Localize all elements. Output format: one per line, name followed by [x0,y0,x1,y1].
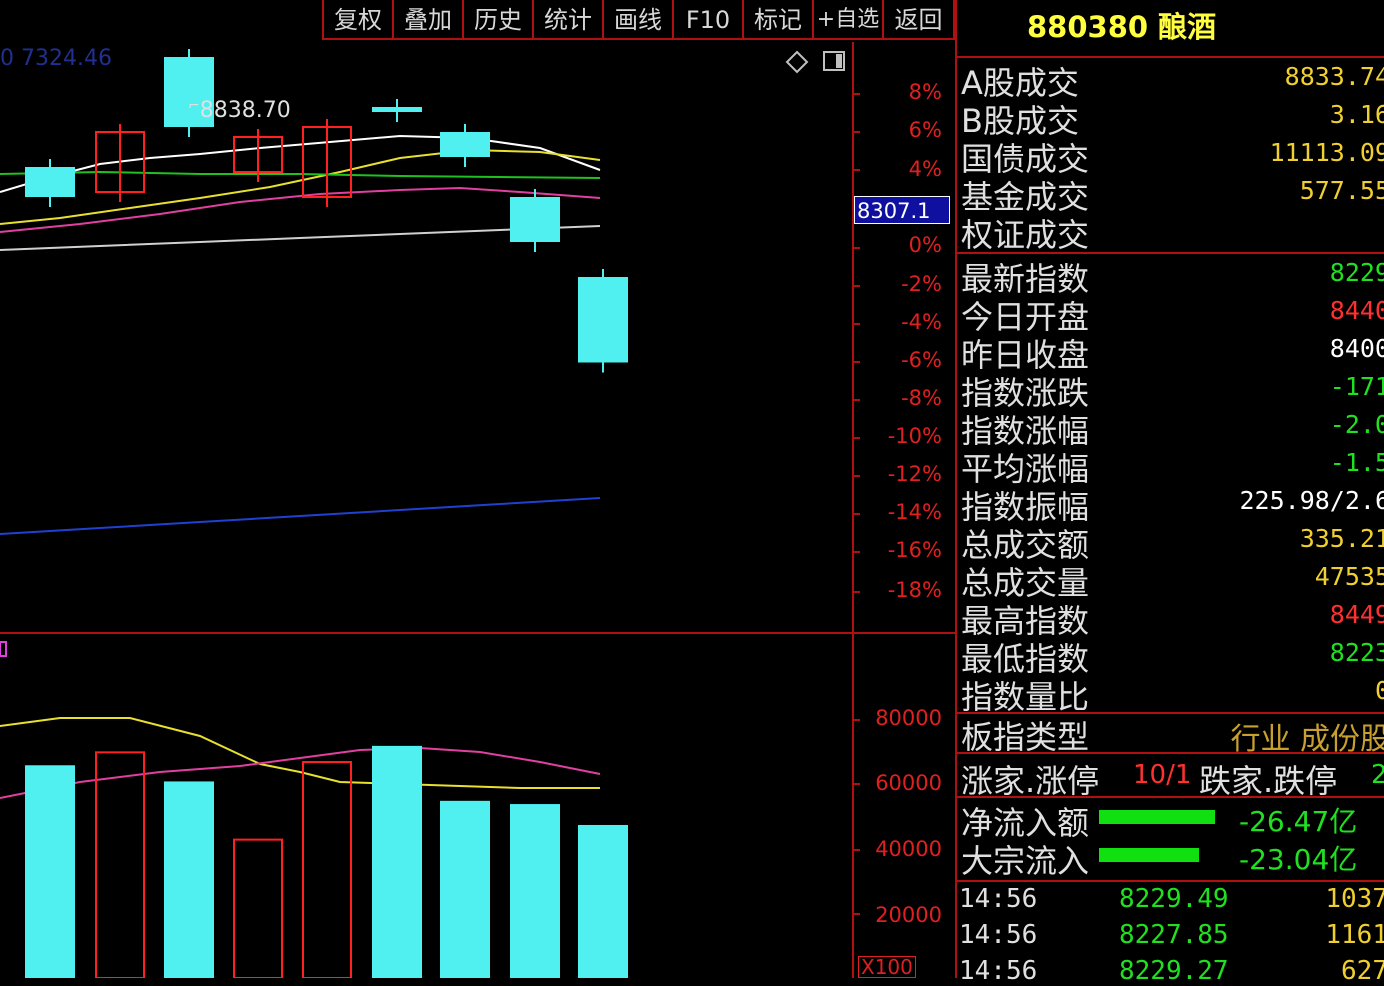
quote-row-value: -1.5 [1329,448,1384,477]
pct-tick-label: -18% [887,578,942,602]
flow-value: -26.47亿 [1239,805,1358,838]
volume-bar [164,781,214,978]
ma-line-white [0,134,601,193]
quote-row-value: 225.98/2.6 [1239,486,1384,515]
volume-unit-label: X100 [858,956,916,978]
mark-button[interactable]: 标记 [742,0,812,40]
high-marker-label: ⌐8838.70 [188,98,291,123]
tick-volume: 1161 [1325,920,1384,950]
volume-bar [578,824,628,978]
candle [25,167,75,197]
history-button[interactable]: 历史 [462,0,532,40]
vol-tick-label: 20000 [875,903,942,927]
row-separator [957,880,1384,882]
tick-price: 8227.85 [1119,920,1229,950]
add-watchlist-button[interactable]: +自选 [812,0,882,40]
index-title: 880380 酿酒 [1027,10,1217,44]
quote-row-value: 11113.09 [1269,138,1384,167]
quote-row-value: 8229 [1329,258,1384,287]
flow-bar [1099,810,1215,824]
quote-row-value: 0 [1374,676,1384,705]
tick-time: 14:56 [959,884,1038,914]
pct-tick-label: -16% [887,538,942,562]
diamond-icon[interactable] [785,50,809,74]
pct-tick-label: 0% [908,233,942,257]
quote-row-value: 335.21 [1299,524,1384,553]
overlay-button[interactable]: 叠加 [392,0,462,40]
candle [578,277,628,363]
quote-row-value: -171 [1329,372,1384,401]
quote-panel: 880380 酿酒 A股成交 8833.74 B股成交 3.16 国债成交 11113.0… [955,0,1384,986]
volume-bar [233,838,283,978]
statistics-button[interactable]: 统计 [532,0,602,40]
flow-label: 大宗流入 [961,842,1090,880]
panel-toggle-icon[interactable] [823,51,845,71]
quote-row-value: 3.16 [1329,100,1384,129]
volume-bar [95,751,145,978]
candle [510,197,560,242]
pct-tick-label: -14% [887,500,942,524]
volume-bar [25,765,75,978]
tick-price: 8229.27 [1119,956,1229,986]
indicator-label: 0 7324.46 [0,46,112,71]
back-button[interactable]: 返回 [882,0,955,40]
pct-tick-label: 4% [908,157,942,181]
vol-marker [0,641,7,657]
pct-tick-label: -4% [901,310,942,334]
volume-bar [510,804,560,978]
flow-value: -23.04亿 [1239,843,1358,876]
tick-time: 14:56 [959,920,1038,950]
down-count-value: 2 [1371,760,1384,790]
quote-row-value: 8223 [1329,638,1384,667]
flow-bar [1099,848,1199,862]
quote-row-value: 8833.74 [1284,62,1384,91]
candle [440,132,490,157]
ma-line-blue [0,497,601,535]
vol-tick-label: 60000 [875,771,942,795]
pct-tick-label: -6% [901,348,942,372]
tick-volume: 1037 [1325,884,1384,914]
volume-bar [302,761,352,978]
price-cursor-label: 8307.1 [854,196,950,224]
tick-time: 14:56 [959,956,1038,986]
vol-tick-label: 40000 [875,837,942,861]
quote-row-value: 8449 [1329,600,1384,629]
up-count-value: 10/1 [1133,760,1192,790]
row-separator [957,752,1384,754]
tick-volume: 627 [1341,956,1384,986]
vol-ma-yellow [0,717,600,789]
candle [372,107,422,112]
kline-chart[interactable] [0,42,955,978]
volume-bars [25,745,628,978]
pct-tick-label: -8% [901,386,942,410]
quote-row-label: 权证成交 [961,216,1090,254]
ma-line-green [0,170,601,179]
pct-tick-label: 8% [908,80,942,104]
volume-bar [440,800,490,978]
fuquan-button[interactable]: 复权 [322,0,392,40]
vol-tick-label: 80000 [875,706,942,730]
pct-tick-label: -10% [887,424,942,448]
volume-bar [372,745,422,978]
chart-toolbar: 复权 叠加 历史 统计 画线 F10 标记 +自选 返回 [0,0,955,42]
pct-tick-label: -12% [887,462,942,486]
quote-row-value: 8440 [1329,296,1384,325]
quote-row-value: 8400 [1329,334,1384,363]
quote-row-value: 577.55 [1299,176,1384,205]
tick-price: 8229.49 [1119,884,1229,914]
row-separator [957,252,1384,254]
pct-tick-label: -2% [901,272,942,296]
draw-line-button[interactable]: 画线 [602,0,672,40]
pct-tick-label: 6% [908,118,942,142]
f10-button[interactable]: F10 [672,0,742,40]
quote-row-value: 47535 [1314,562,1384,591]
quote-row-value: -2.0 [1329,410,1384,439]
